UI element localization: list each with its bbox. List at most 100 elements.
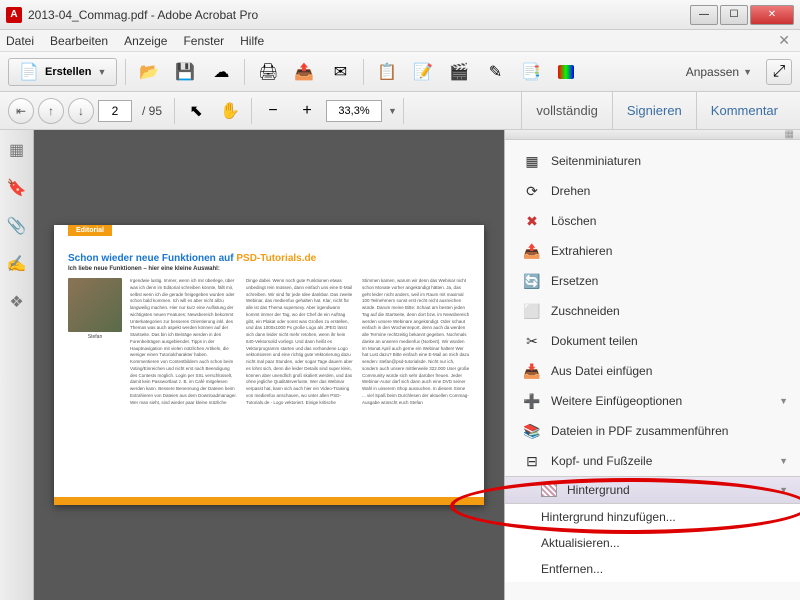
maximize-button[interactable]: ☐ [720,5,748,25]
separator [174,98,175,124]
separator [403,98,404,124]
scan-button[interactable]: 📋 [372,58,402,86]
panel-item-label: Entfernen... [541,562,603,576]
panel-item-extrahieren[interactable]: 📤 Extrahieren [505,236,800,266]
split-icon: ✂ [523,332,541,350]
page-total-label: / 95 [142,104,162,118]
create-button[interactable]: 📄 Erstellen ▼ [8,58,117,86]
headline-link: PSD-Tutorials.de [236,253,316,264]
zoom-in-button[interactable]: + [292,97,322,125]
panel-item-label: Hintergrund hinzufügen... [541,510,676,524]
menubar: Datei Bearbeiten Anzeige Fenster Hilfe ✕ [0,30,800,52]
panel-item-label: Dateien in PDF zusammenführen [551,424,728,438]
panel-item-label: Seitenminiaturen [551,154,641,168]
menu-fenster[interactable]: Fenster [183,34,224,48]
tab-kommentar[interactable]: Kommentar [696,92,792,129]
multimedia-icon: 🎬 [449,62,469,82]
extract-icon: 📤 [523,242,541,260]
open-button[interactable]: 📂 [134,58,164,86]
signatures-rail-icon[interactable]: ✍ [7,254,27,274]
customize-button[interactable]: Anpassen ▼ [686,65,752,79]
panel-item-label: Extrahieren [551,244,612,258]
replace-icon: 🔄 [523,272,541,290]
panel-item-zusammenfuehren[interactable]: 📚 Dateien in PDF zusammenführen [505,416,800,446]
menu-anzeige[interactable]: Anzeige [124,34,167,48]
panel-item-label: Löschen [551,214,596,228]
panel-grip[interactable]: ▦ [505,130,800,140]
thumbnails-rail-icon[interactable]: ▦ [7,140,27,160]
folder-open-icon: 📂 [139,62,159,82]
close-button[interactable]: ✕ [750,5,794,25]
panel-list: ▦Seitenminiaturen ⟳Drehen ✖Löschen 📤 Extr… [505,140,800,588]
panel-item-hintergrund[interactable]: Hintergrund ▼ [505,476,800,504]
panel-item-label: Kopf- und Fußzeile [551,454,652,468]
menu-datei[interactable]: Datei [6,34,34,48]
scan-icon: 📋 [377,62,397,82]
next-page-button[interactable]: ↓ [68,98,94,124]
bookmarks-rail-icon[interactable]: 🔖 [7,178,27,198]
panel-item-label: Hintergrund [567,483,630,497]
email-button[interactable]: ✉ [325,58,355,86]
copy-button[interactable]: 📑 [516,58,546,86]
combine-icon: 📚 [523,422,541,440]
zoom-in-icon: + [297,101,317,121]
panel-subitem-entfernen[interactable]: Entfernen... [505,556,800,582]
more-insert-icon: ➕ [523,392,541,410]
chevron-down-icon[interactable]: ▼ [388,106,397,116]
panel-item-dokument-teilen[interactable]: ✂Dokument teilen [505,326,800,356]
attachments-rail-icon[interactable]: 📎 [7,216,27,236]
prev-page-button[interactable]: ↑ [38,98,64,124]
menu-hilfe[interactable]: Hilfe [240,34,264,48]
layers-rail-icon[interactable]: ❖ [7,292,27,312]
cloud-icon: ☁ [211,62,231,82]
hand-tool-button[interactable]: ✋ [215,97,245,125]
multimedia-button[interactable]: 🎬 [444,58,474,86]
form-button[interactable]: 📝 [408,58,438,86]
copy-icon: 📑 [521,62,541,82]
panel-item-kopf-fusszeile[interactable]: ⊟Kopf- und Fußzeile▼ [505,446,800,476]
select-tool-button[interactable]: ⬉ [181,97,211,125]
separator [363,59,364,85]
panel-item-zuschneiden[interactable]: ⬜Zuschneiden [505,296,800,326]
share-button[interactable]: 📤 [289,58,319,86]
fullscreen-button[interactable]: ⤢ [766,59,792,85]
zoom-out-button[interactable]: − [258,97,288,125]
panel-item-seitenminiaturen[interactable]: ▦Seitenminiaturen [505,146,800,176]
chevron-down-icon: ▼ [779,485,788,495]
headline-text: Schon wieder neue Funktionen auf [68,253,236,264]
page-number-input[interactable] [98,100,132,122]
zoom-input[interactable] [326,100,382,122]
panel-subitem-aktualisieren[interactable]: Aktualisieren... [505,530,800,556]
document-viewport[interactable]: Editorial Schon wieder neue Funktionen a… [34,130,504,600]
tab-vollstaendig[interactable]: vollständig [521,92,611,129]
chevron-down-icon: ▼ [97,67,106,77]
edit-icon: ✎ [485,62,505,82]
panel-item-label: Aktualisieren... [541,536,620,550]
panel-item-loeschen[interactable]: ✖Löschen [505,206,800,236]
panel-item-label: Drehen [551,184,590,198]
save-button[interactable]: 💾 [170,58,200,86]
panel-subitem-hintergrund-hinzufuegen[interactable]: Hintergrund hinzufügen... [505,504,800,530]
page-subhead: Ich liebe neue Funktionen – hier eine kl… [68,266,470,272]
minimize-button[interactable]: — [690,5,718,25]
color-button[interactable] [552,58,580,86]
print-button[interactable]: 🖨 [253,58,283,86]
panel-item-label: Aus Datei einfügen [551,364,652,378]
panel-item-drehen[interactable]: ⟳Drehen [505,176,800,206]
tab-signieren[interactable]: Signieren [612,92,696,129]
panel-item-ersetzen[interactable]: 🔄 Ersetzen [505,266,800,296]
cloud-button[interactable]: ☁ [206,58,236,86]
separator [125,59,126,85]
panel-item-aus-datei-einfuegen[interactable]: 📥Aus Datei einfügen [505,356,800,386]
menu-bearbeiten[interactable]: Bearbeiten [50,34,108,48]
navigation-toolbar: ⇤ ↑ ↓ / 95 ⬉ ✋ − + ▼ vollständig Signier… [0,92,800,130]
panel-item-weitere-einfuegeoptionen[interactable]: ➕Weitere Einfügeoptionen▼ [505,386,800,416]
panel-item-label: Zuschneiden [551,304,620,318]
author-photo [68,278,122,332]
document-close-icon[interactable]: ✕ [778,32,790,49]
first-page-button[interactable]: ⇤ [8,98,34,124]
panel-item-label: Ersetzen [551,274,598,288]
edit-button[interactable]: ✎ [480,58,510,86]
body-text: Irgendwie lustig. Immer, wenn ich mir üb… [130,278,470,406]
tools-side-panel: ▦ ▦Seitenminiaturen ⟳Drehen ✖Löschen 📤 Ex… [504,130,800,600]
